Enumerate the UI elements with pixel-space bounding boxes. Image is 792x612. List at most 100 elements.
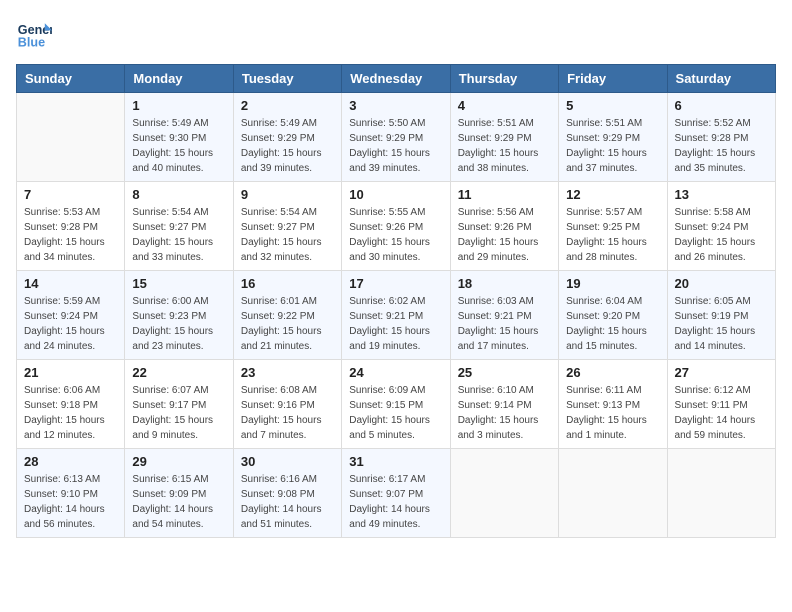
day-number: 13 [675, 187, 768, 202]
day-number: 31 [349, 454, 442, 469]
day-info: Sunrise: 6:17 AMSunset: 9:07 PMDaylight:… [349, 472, 442, 532]
day-info: Sunrise: 6:11 AMSunset: 9:13 PMDaylight:… [566, 383, 659, 443]
day-cell: 15 Sunrise: 6:00 AMSunset: 9:23 PMDayligh… [125, 271, 233, 360]
day-cell: 16 Sunrise: 6:01 AMSunset: 9:22 PMDayligh… [233, 271, 341, 360]
day-number: 9 [241, 187, 334, 202]
day-number: 30 [241, 454, 334, 469]
day-number: 29 [132, 454, 225, 469]
day-info: Sunrise: 6:05 AMSunset: 9:19 PMDaylight:… [675, 294, 768, 354]
week-row-2: 7 Sunrise: 5:53 AMSunset: 9:28 PMDaylight… [17, 182, 776, 271]
logo-icon: General Blue [16, 16, 52, 52]
day-cell: 21 Sunrise: 6:06 AMSunset: 9:18 PMDayligh… [17, 360, 125, 449]
day-info: Sunrise: 5:54 AMSunset: 9:27 PMDaylight:… [241, 205, 334, 265]
day-cell: 31 Sunrise: 6:17 AMSunset: 9:07 PMDayligh… [342, 449, 450, 538]
day-cell: 13 Sunrise: 5:58 AMSunset: 9:24 PMDayligh… [667, 182, 775, 271]
day-cell: 23 Sunrise: 6:08 AMSunset: 9:16 PMDayligh… [233, 360, 341, 449]
day-cell: 4Sunrise: 5:51 AMSunset: 9:29 PMDaylight… [450, 93, 558, 182]
day-cell: 10Sunrise: 5:55 AMSunset: 9:26 PMDayligh… [342, 182, 450, 271]
weekday-header-wednesday: Wednesday [342, 65, 450, 93]
day-info: Sunrise: 6:15 AMSunset: 9:09 PMDaylight:… [132, 472, 225, 532]
weekday-header-monday: Monday [125, 65, 233, 93]
day-cell: 22 Sunrise: 6:07 AMSunset: 9:17 PMDayligh… [125, 360, 233, 449]
day-info: Sunrise: 5:57 AMSunset: 9:25 PMDaylight:… [566, 205, 659, 265]
day-number: 6 [675, 98, 768, 113]
day-number: 15 [132, 276, 225, 291]
day-number: 3 [349, 98, 442, 113]
day-cell: 30Sunrise: 6:16 AMSunset: 9:08 PMDayligh… [233, 449, 341, 538]
day-info: Sunrise: 5:51 AMSunset: 9:29 PMDaylight:… [458, 116, 551, 176]
logo: General Blue [16, 16, 52, 52]
day-info: Sunrise: 6:06 AMSunset: 9:18 PMDaylight:… [24, 383, 117, 443]
day-number: 19 [566, 276, 659, 291]
day-info: Sunrise: 6:07 AMSunset: 9:17 PMDaylight:… [132, 383, 225, 443]
day-info: Sunrise: 5:49 AMSunset: 9:29 PMDaylight:… [241, 116, 334, 176]
day-cell: 1 Sunrise: 5:49 AMSunset: 9:30 PMDaylight… [125, 93, 233, 182]
day-number: 18 [458, 276, 551, 291]
weekday-header-saturday: Saturday [667, 65, 775, 93]
day-cell: 27 Sunrise: 6:12 AMSunset: 9:11 PMDayligh… [667, 360, 775, 449]
day-cell: 19 Sunrise: 6:04 AMSunset: 9:20 PMDayligh… [559, 271, 667, 360]
day-number: 21 [24, 365, 117, 380]
day-number: 23 [241, 365, 334, 380]
day-info: Sunrise: 6:01 AMSunset: 9:22 PMDaylight:… [241, 294, 334, 354]
day-cell: 26 Sunrise: 6:11 AMSunset: 9:13 PMDayligh… [559, 360, 667, 449]
day-number: 24 [349, 365, 442, 380]
day-info: Sunrise: 5:58 AMSunset: 9:24 PMDaylight:… [675, 205, 768, 265]
day-info: Sunrise: 5:49 AMSunset: 9:30 PMDaylight:… [132, 116, 225, 176]
weekday-header-thursday: Thursday [450, 65, 558, 93]
week-row-1: 1 Sunrise: 5:49 AMSunset: 9:30 PMDaylight… [17, 93, 776, 182]
day-info: Sunrise: 5:53 AMSunset: 9:28 PMDaylight:… [24, 205, 117, 265]
day-cell: 11Sunrise: 5:56 AMSunset: 9:26 PMDayligh… [450, 182, 558, 271]
day-cell: 6 Sunrise: 5:52 AMSunset: 9:28 PMDaylight… [667, 93, 775, 182]
day-cell: 20 Sunrise: 6:05 AMSunset: 9:19 PMDayligh… [667, 271, 775, 360]
day-info: Sunrise: 6:10 AMSunset: 9:14 PMDaylight:… [458, 383, 551, 443]
day-number: 12 [566, 187, 659, 202]
day-info: Sunrise: 6:02 AMSunset: 9:21 PMDaylight:… [349, 294, 442, 354]
day-cell: 8 Sunrise: 5:54 AMSunset: 9:27 PMDaylight… [125, 182, 233, 271]
day-cell [559, 449, 667, 538]
day-number: 26 [566, 365, 659, 380]
day-info: Sunrise: 6:04 AMSunset: 9:20 PMDaylight:… [566, 294, 659, 354]
day-number: 16 [241, 276, 334, 291]
day-info: Sunrise: 5:59 AMSunset: 9:24 PMDaylight:… [24, 294, 117, 354]
day-cell [17, 93, 125, 182]
day-number: 17 [349, 276, 442, 291]
weekday-header-friday: Friday [559, 65, 667, 93]
day-info: Sunrise: 5:55 AMSunset: 9:26 PMDaylight:… [349, 205, 442, 265]
day-info: Sunrise: 6:03 AMSunset: 9:21 PMDaylight:… [458, 294, 551, 354]
day-info: Sunrise: 6:08 AMSunset: 9:16 PMDaylight:… [241, 383, 334, 443]
day-cell: 24 Sunrise: 6:09 AMSunset: 9:15 PMDayligh… [342, 360, 450, 449]
day-cell: 17 Sunrise: 6:02 AMSunset: 9:21 PMDayligh… [342, 271, 450, 360]
day-cell: 7 Sunrise: 5:53 AMSunset: 9:28 PMDaylight… [17, 182, 125, 271]
day-number: 14 [24, 276, 117, 291]
day-cell: 29 Sunrise: 6:15 AMSunset: 9:09 PMDayligh… [125, 449, 233, 538]
calendar-table: SundayMondayTuesdayWednesdayThursdayFrid… [16, 64, 776, 538]
day-number: 7 [24, 187, 117, 202]
svg-text:Blue: Blue [18, 36, 45, 50]
day-number: 22 [132, 365, 225, 380]
weekday-header-tuesday: Tuesday [233, 65, 341, 93]
day-cell: 25 Sunrise: 6:10 AMSunset: 9:14 PMDayligh… [450, 360, 558, 449]
day-cell [667, 449, 775, 538]
day-info: Sunrise: 6:13 AMSunset: 9:10 PMDaylight:… [24, 472, 117, 532]
day-info: Sunrise: 6:00 AMSunset: 9:23 PMDaylight:… [132, 294, 225, 354]
day-number: 28 [24, 454, 117, 469]
day-cell: 3Sunrise: 5:50 AMSunset: 9:29 PMDaylight… [342, 93, 450, 182]
day-cell: 18 Sunrise: 6:03 AMSunset: 9:21 PMDayligh… [450, 271, 558, 360]
day-info: Sunrise: 6:12 AMSunset: 9:11 PMDaylight:… [675, 383, 768, 443]
day-number: 8 [132, 187, 225, 202]
day-info: Sunrise: 5:54 AMSunset: 9:27 PMDaylight:… [132, 205, 225, 265]
day-number: 1 [132, 98, 225, 113]
day-cell: 28 Sunrise: 6:13 AMSunset: 9:10 PMDayligh… [17, 449, 125, 538]
week-row-3: 14 Sunrise: 5:59 AMSunset: 9:24 PMDayligh… [17, 271, 776, 360]
day-number: 27 [675, 365, 768, 380]
day-info: Sunrise: 5:52 AMSunset: 9:28 PMDaylight:… [675, 116, 768, 176]
day-info: Sunrise: 6:09 AMSunset: 9:15 PMDaylight:… [349, 383, 442, 443]
weekday-header-row: SundayMondayTuesdayWednesdayThursdayFrid… [17, 65, 776, 93]
day-number: 25 [458, 365, 551, 380]
week-row-5: 28 Sunrise: 6:13 AMSunset: 9:10 PMDayligh… [17, 449, 776, 538]
day-number: 20 [675, 276, 768, 291]
page-header: General Blue [16, 16, 776, 52]
day-cell: 5Sunrise: 5:51 AMSunset: 9:29 PMDaylight… [559, 93, 667, 182]
day-cell: 14 Sunrise: 5:59 AMSunset: 9:24 PMDayligh… [17, 271, 125, 360]
